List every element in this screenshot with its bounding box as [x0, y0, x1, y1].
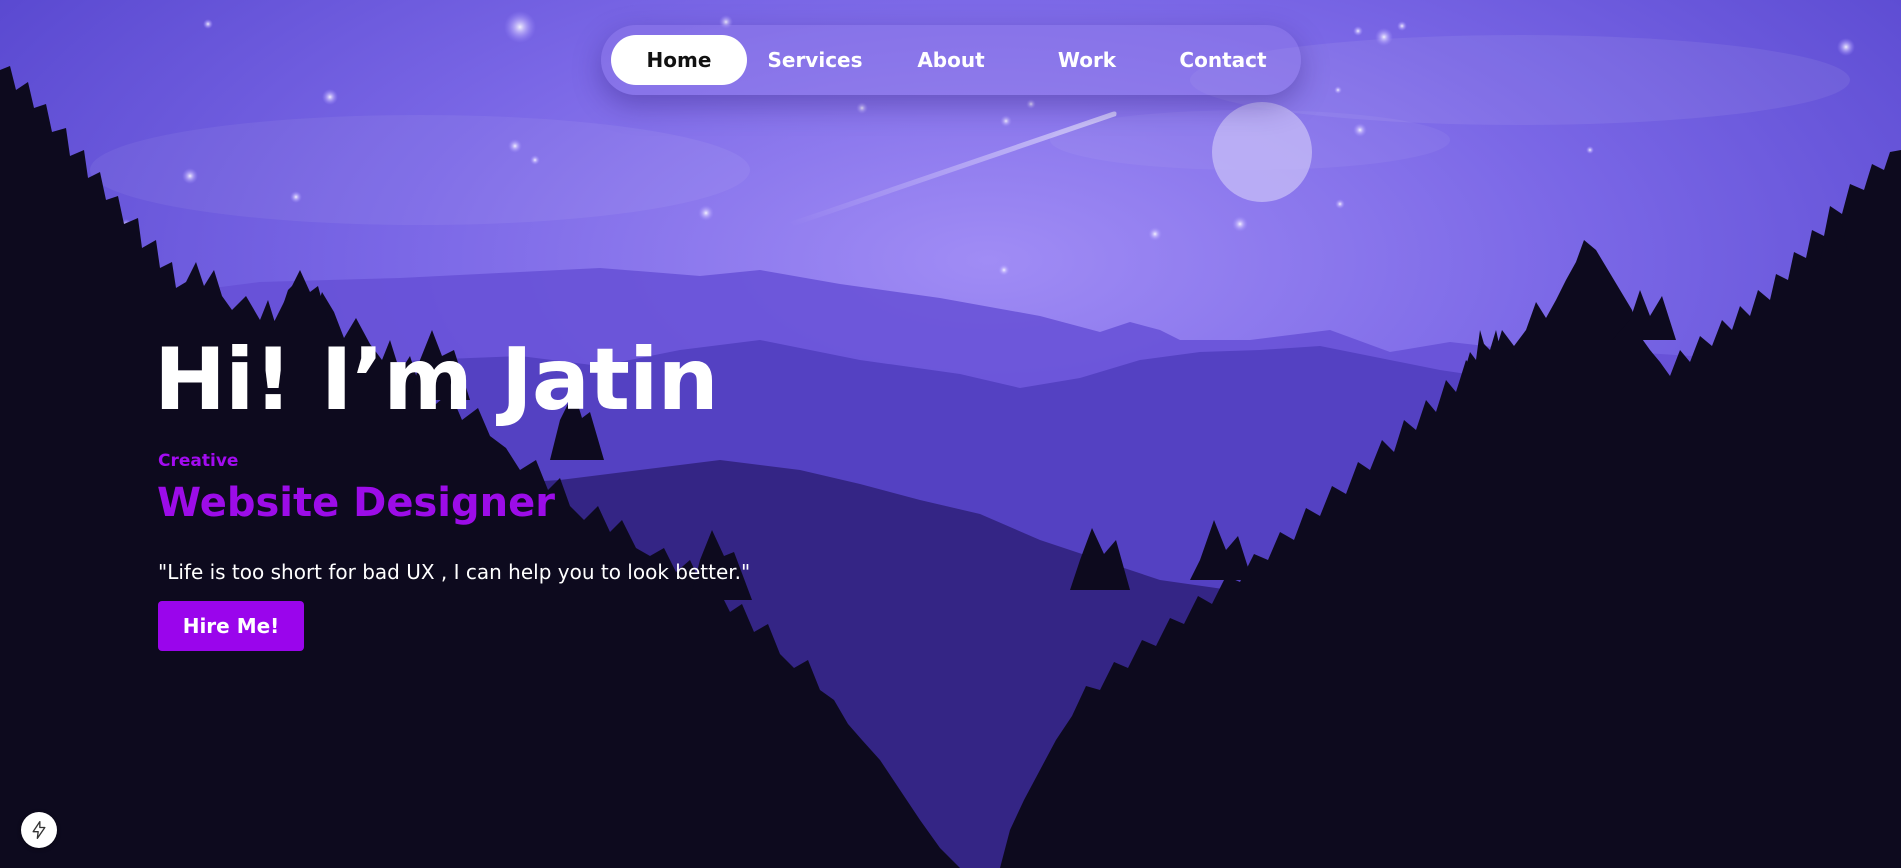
- landscape-background: [0, 0, 1901, 868]
- hero-eyebrow: Creative: [158, 451, 239, 471]
- nav-services[interactable]: Services: [747, 35, 883, 85]
- nav-about[interactable]: About: [883, 35, 1019, 85]
- hero-quote: "Life is too short for bad UX , I can he…: [158, 560, 751, 584]
- main-nav: Home Services About Work Contact: [601, 25, 1301, 95]
- floating-action-button[interactable]: [21, 812, 57, 848]
- nav-work[interactable]: Work: [1019, 35, 1155, 85]
- hire-me-button[interactable]: Hire Me!: [158, 601, 304, 651]
- lightning-bolt-icon: [32, 821, 46, 839]
- hero-title: Hi! I’m Jatin: [154, 330, 719, 430]
- moon: [1212, 102, 1312, 202]
- nav-home[interactable]: Home: [611, 35, 747, 85]
- hero-role: Website Designer: [157, 480, 555, 526]
- hero-scene: Home Services About Work Contact Hi! I’m…: [0, 0, 1901, 868]
- nav-contact[interactable]: Contact: [1155, 35, 1291, 85]
